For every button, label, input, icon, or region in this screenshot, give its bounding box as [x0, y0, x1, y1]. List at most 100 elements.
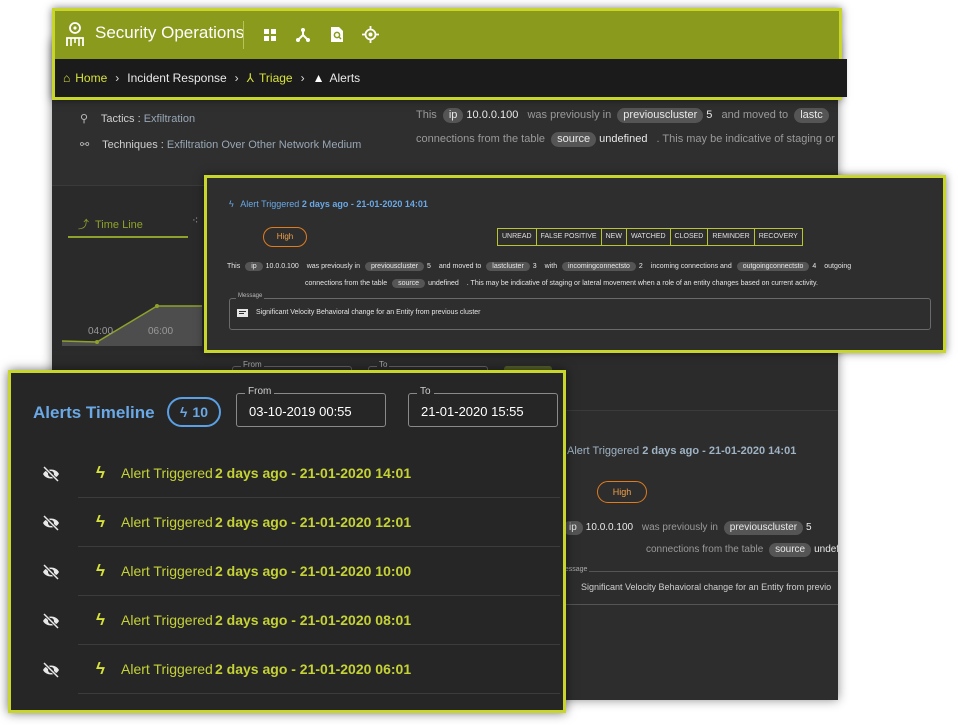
- source-value: undefi: [814, 544, 838, 555]
- lastcluster-tag: lastc: [794, 108, 829, 123]
- timeline-list-item[interactable]: ϟ Alert Triggered 2 days ago - 21-01-202…: [78, 549, 560, 596]
- status-unread-button[interactable]: UNREAD: [498, 229, 537, 245]
- timeline-list-item[interactable]: ϟ Alert Triggered 2 days ago - 21-01-202…: [78, 500, 560, 547]
- message-box: Message Significant Velocity Behavioral …: [229, 293, 931, 330]
- timeline-list-item[interactable]: ϟ Alert Triggered 2 days ago - 21-01-202…: [78, 647, 560, 694]
- tactics-icon: ⚲: [80, 113, 89, 125]
- scatter-icon[interactable]: ⁖: [192, 214, 198, 227]
- lightning-bolt-icon: ϟ: [96, 659, 105, 678]
- breadcrumb-alerts: Alerts: [329, 71, 361, 85]
- lightning-bolt-icon: ϟ: [180, 404, 188, 420]
- security-operator-icon: [66, 22, 84, 46]
- breadcrumb: ⌂ Home › Incident Response › ⅄ Triage › …: [55, 59, 847, 97]
- breadcrumb-incident-response[interactable]: Incident Response: [127, 71, 226, 85]
- alert-count: 10: [192, 404, 208, 420]
- status-watched-button[interactable]: WATCHED: [627, 229, 671, 245]
- eye-off-icon[interactable]: [41, 562, 61, 582]
- tab-time-line[interactable]: ⤴ Time Line: [78, 216, 143, 232]
- summary-text: outgoing: [824, 263, 852, 270]
- alert-item-when: 2 days ago - 21-01-2020 10:00: [215, 563, 412, 579]
- app-header: Security Operations: [55, 11, 839, 59]
- status-false-positive-button[interactable]: FALSE POSITIVE: [537, 229, 602, 245]
- network-icon[interactable]: [295, 27, 311, 43]
- previouscluster-tag: previouscluster: [364, 262, 425, 272]
- source-tag: source: [392, 279, 426, 289]
- timeline-title: Alerts Timeline: [33, 403, 155, 422]
- chevron-right-icon: ›: [115, 71, 120, 85]
- timeline-list-item[interactable]: ϟ Alert Triggered 2 days ago - 21-01-202…: [78, 598, 560, 645]
- incomingconnectsto-tag: incomingconnectsto: [562, 262, 636, 272]
- from-date-field[interactable]: From 03-10-2019 00:55: [236, 386, 386, 427]
- incomingconnectsto-value: 2: [638, 263, 643, 270]
- axis-tick-label: 04:00: [88, 326, 114, 337]
- lastcluster-tag: lastcluster: [486, 262, 530, 272]
- ip-value: 10.0.0.100: [585, 522, 634, 533]
- from-value: 03-10-2019 00:55: [249, 404, 352, 419]
- status-closed-button[interactable]: CLOSED: [671, 229, 709, 245]
- message-label: Message: [236, 293, 265, 299]
- from-label: From: [245, 386, 275, 397]
- eye-off-icon[interactable]: [41, 513, 61, 533]
- alert-count-badge[interactable]: ϟ 10: [167, 397, 221, 427]
- timeline-list-item[interactable]: ϟ Alert Triggered 2 days ago - 21-01-202…: [78, 451, 560, 498]
- summary-text: and moved to: [721, 109, 789, 121]
- chart-area: [62, 306, 202, 346]
- summary-text: connections from the table: [305, 280, 388, 287]
- lower-severity-chip: High: [597, 481, 647, 503]
- status-new-button[interactable]: NEW: [602, 229, 627, 245]
- chevron-right-icon: ›: [300, 71, 305, 85]
- app-title: Security Operations: [95, 23, 245, 42]
- breadcrumb-home[interactable]: Home: [75, 71, 107, 85]
- lower-summary-line2: connections from the table sourceundefi: [646, 543, 838, 557]
- summary-text: . This may be indicative of staging or l…: [466, 280, 818, 287]
- tactics-value: Exfiltration: [143, 113, 196, 125]
- breadcrumb-triage[interactable]: Triage: [259, 71, 293, 85]
- lower-summary-line1: ip 10.0.0.100 was previously in previousc…: [560, 521, 818, 535]
- grid-icon[interactable]: [263, 28, 277, 42]
- summary-text: This: [416, 109, 437, 121]
- status-reminder-button[interactable]: REMINDER: [708, 229, 755, 245]
- active-tab-underline: [68, 236, 188, 238]
- severity-chip: High: [263, 227, 307, 247]
- document-search-icon[interactable]: [330, 26, 344, 43]
- trend-icon: ⤴: [78, 219, 89, 231]
- alert-card-title: ϟ Alert Triggered 2 days ago - 21-01-202…: [229, 199, 428, 209]
- alert-summary-line1: This ip 10.0.0.100 was previously in prev…: [227, 262, 852, 272]
- alert-item-prefix: Alert Triggered: [121, 661, 213, 677]
- ip-tag: ip: [442, 108, 464, 123]
- techniques-value: Exfiltration Over Other Network Medium: [166, 139, 362, 151]
- tactics-label: Tactics :: [100, 113, 144, 125]
- lower-alert-prefix: Alert Triggered: [567, 445, 640, 457]
- alert-item-when: 2 days ago - 21-01-2020 14:01: [215, 465, 412, 481]
- ip-value: 10.0.0.100: [265, 263, 299, 270]
- timeline-area-chart: [61, 304, 202, 346]
- alerts-timeline-panel: Alerts Timeline ϟ 10 From 03-10-2019 00:…: [8, 370, 566, 713]
- eye-off-icon[interactable]: [41, 660, 61, 680]
- chart-point: [95, 340, 99, 344]
- alert-item-when: 2 days ago - 21-01-2020 08:01: [215, 612, 412, 628]
- summary-text: was previously in: [641, 522, 718, 533]
- lower-alert-title: Alert Triggered 2 days ago - 21-01-2020 …: [567, 445, 796, 457]
- status-recovery-button[interactable]: RECOVERY: [755, 229, 802, 245]
- alert-detail-card: ϟ Alert Triggered 2 days ago - 21-01-202…: [204, 175, 946, 353]
- alert-item-prefix: Alert Triggered: [121, 563, 213, 579]
- eye-off-icon[interactable]: [41, 611, 61, 631]
- summary-text: This: [227, 263, 241, 270]
- warning-icon: ▲: [312, 71, 325, 85]
- eye-off-icon[interactable]: [41, 464, 61, 484]
- to-date-field[interactable]: To 21-01-2020 15:55: [408, 386, 558, 427]
- target-icon[interactable]: [362, 26, 379, 43]
- outgoingconnectsto-tag: outgoingconnectsto: [736, 262, 810, 272]
- lightning-bolt-icon: ϟ: [96, 512, 105, 531]
- ip-value: 10.0.0.100: [466, 109, 519, 121]
- message-icon: [237, 309, 248, 317]
- previouscluster-value: 5: [806, 522, 812, 533]
- network-icon: ⅄: [246, 71, 255, 85]
- lastcluster-value: 3: [532, 263, 537, 270]
- summary-text: connections from the table: [646, 544, 764, 555]
- techniques-row: ⚯ Techniques : Exfiltration Over Other N…: [80, 138, 361, 151]
- alert-item-prefix: Alert Triggered: [121, 514, 213, 530]
- home-icon: ⌂: [63, 71, 71, 85]
- previouscluster-tag: previouscluster: [723, 521, 804, 535]
- header-divider: [243, 21, 244, 49]
